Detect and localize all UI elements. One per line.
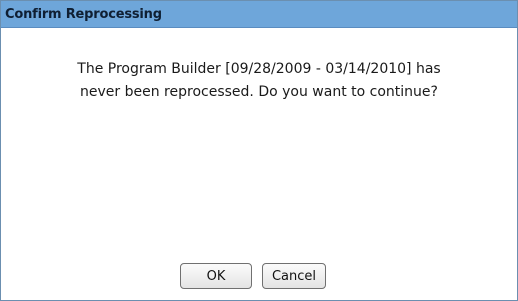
cancel-button[interactable]: Cancel (262, 263, 326, 289)
confirm-dialog: Confirm Reprocessing The Program Builder… (0, 0, 518, 301)
ok-button[interactable]: OK (180, 263, 252, 289)
message-line-2: never been reprocessed. Do you want to c… (80, 84, 438, 100)
dialog-title: Confirm Reprocessing (5, 6, 162, 22)
message-line-1: The Program Builder [09/28/2009 - 03/14/… (77, 61, 441, 77)
dialog-message: The Program Builder [09/28/2009 - 03/14/… (1, 58, 517, 104)
dialog-buttons: OK Cancel (1, 263, 517, 289)
dialog-titlebar[interactable]: Confirm Reprocessing (1, 1, 517, 28)
